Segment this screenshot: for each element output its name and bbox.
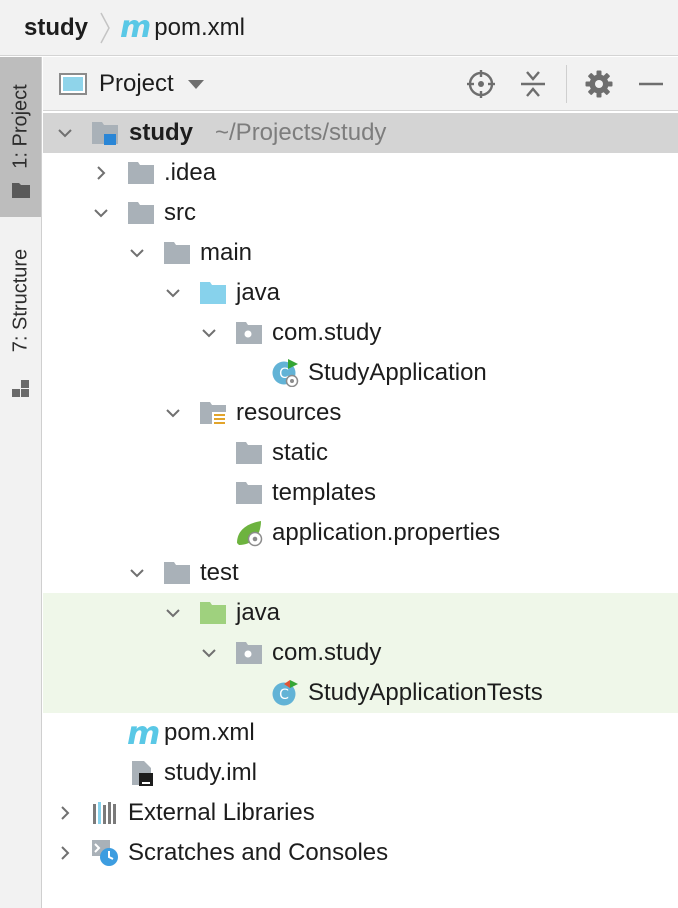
- tree-item-label: study.iml: [164, 759, 257, 786]
- tree-item-pom[interactable]: m pom.xml: [43, 713, 678, 753]
- chevron-down-icon: [130, 249, 144, 258]
- test-folder-icon: [200, 602, 226, 624]
- tree-item-label: java: [236, 599, 281, 626]
- chevron-down-icon: [94, 209, 108, 218]
- maven-m-icon: m: [127, 714, 160, 752]
- tool-window-strip: 1: Project 7: Structure: [0, 57, 42, 908]
- tree-item-label: study: [129, 119, 194, 146]
- tree-item-main-java[interactable]: java: [43, 273, 678, 313]
- tree-item-test-java[interactable]: java: [43, 593, 678, 633]
- tree-item-label: StudyApplication: [308, 359, 487, 386]
- tab-project-label: 1: Project: [9, 84, 31, 169]
- tree-item-external-libraries[interactable]: External Libraries: [43, 793, 678, 833]
- structure-icon: [12, 380, 29, 397]
- svg-text:C: C: [279, 687, 289, 703]
- tree-item-main[interactable]: main: [43, 233, 678, 273]
- breadcrumb-project[interactable]: study: [24, 14, 88, 42]
- tree-item-resources[interactable]: resources: [43, 393, 678, 433]
- project-view-icon: [59, 73, 87, 95]
- tree-item-label: com.study: [272, 319, 382, 346]
- chevron-down-icon: [187, 79, 204, 89]
- tree-item-idea[interactable]: .idea: [43, 153, 678, 193]
- package-icon: [236, 642, 262, 664]
- chevron-down-icon: [166, 289, 180, 298]
- tree-item-label: pom.xml: [164, 719, 255, 746]
- chevron-down-icon: [130, 569, 144, 578]
- tree-item-label: main: [200, 239, 253, 266]
- folder-icon: [164, 242, 190, 264]
- tree-item-label: .idea: [164, 159, 217, 186]
- toolbar-divider: [566, 65, 567, 103]
- chevron-down-icon: [166, 609, 180, 618]
- collapse-all-icon: [521, 71, 545, 97]
- tree-item-label: src: [164, 199, 196, 226]
- tree-item-main-class[interactable]: C StudyApplication: [43, 353, 678, 393]
- view-selector-label: Project: [99, 70, 174, 97]
- tree-item-application-properties[interactable]: application.properties: [43, 513, 678, 553]
- view-selector[interactable]: Project: [59, 67, 204, 101]
- tree-item-label: templates: [272, 479, 377, 506]
- chevron-down-icon: [58, 129, 72, 138]
- tree-item-label: resources: [236, 399, 342, 426]
- chevron-right-icon: [97, 166, 106, 180]
- tree-item-scratches[interactable]: Scratches and Consoles: [43, 833, 678, 873]
- tree-item-study[interactable]: study ~/Projects/study: [43, 113, 678, 153]
- tab-structure[interactable]: 7: Structure: [0, 237, 41, 407]
- folder-icon: [12, 183, 30, 198]
- project-toolbar: Project: [43, 57, 678, 111]
- collapse-all-button[interactable]: [517, 68, 549, 100]
- tree-item-label: External Libraries: [128, 799, 315, 826]
- locate-icon: [467, 70, 495, 98]
- module-folder-icon: [92, 122, 118, 145]
- settings-button[interactable]: [583, 68, 615, 100]
- chevron-down-icon: [166, 409, 180, 418]
- scratches-icon: [92, 840, 118, 866]
- chevron-down-icon: [202, 649, 216, 658]
- tree-item-label: Scratches and Consoles: [128, 839, 389, 866]
- tree-item-src[interactable]: src: [43, 193, 678, 233]
- tree-item-label: application.properties: [272, 519, 501, 546]
- spring-boot-class-icon: C: [272, 359, 299, 387]
- folder-icon: [128, 162, 154, 184]
- tree-item-label: java: [236, 279, 281, 306]
- chevron-down-icon: [202, 329, 216, 338]
- tab-project[interactable]: 1: Project: [0, 57, 41, 217]
- chevron-right-icon: [61, 846, 70, 860]
- module-file-icon: [132, 761, 153, 786]
- tree-item-main-package[interactable]: com.study: [43, 313, 678, 353]
- test-class-icon: C: [272, 680, 298, 706]
- hide-button[interactable]: [635, 68, 667, 100]
- folder-icon: [164, 562, 190, 584]
- library-icon: [93, 802, 116, 824]
- tree-item-path: ~/Projects/study: [215, 119, 387, 146]
- minimize-icon: [639, 82, 663, 86]
- package-icon: [236, 322, 262, 344]
- tree-item-static[interactable]: static: [43, 433, 678, 473]
- folder-icon: [128, 202, 154, 224]
- spring-properties-icon: [237, 521, 263, 547]
- locate-button[interactable]: [465, 68, 497, 100]
- chevron-right-icon: [61, 806, 70, 820]
- tree-item-label: com.study: [272, 639, 382, 666]
- breadcrumb-separator-icon: [100, 12, 110, 43]
- tree-item-label: StudyApplicationTests: [308, 679, 543, 706]
- tree-item-label: static: [272, 439, 329, 466]
- breadcrumb-file[interactable]: pom.xml: [154, 14, 245, 42]
- folder-icon: [236, 442, 262, 464]
- gear-icon: [585, 70, 613, 98]
- source-folder-icon: [200, 282, 226, 304]
- maven-m-icon: m: [120, 10, 151, 45]
- folder-icon: [236, 482, 262, 504]
- tree-item-templates[interactable]: templates: [43, 473, 678, 513]
- tree-item-test-class[interactable]: C StudyApplicationTests: [43, 673, 678, 713]
- tab-structure-label: 7: Structure: [9, 248, 31, 353]
- breadcrumb: study m pom.xml: [0, 0, 678, 56]
- project-tree: study ~/Projects/study .idea src main ja…: [43, 113, 678, 873]
- tree-item-test[interactable]: test: [43, 553, 678, 593]
- tree-item-iml[interactable]: study.iml: [43, 753, 678, 793]
- tree-item-label: test: [200, 559, 239, 586]
- resources-folder-icon: [200, 402, 226, 426]
- tree-item-test-package[interactable]: com.study: [43, 633, 678, 673]
